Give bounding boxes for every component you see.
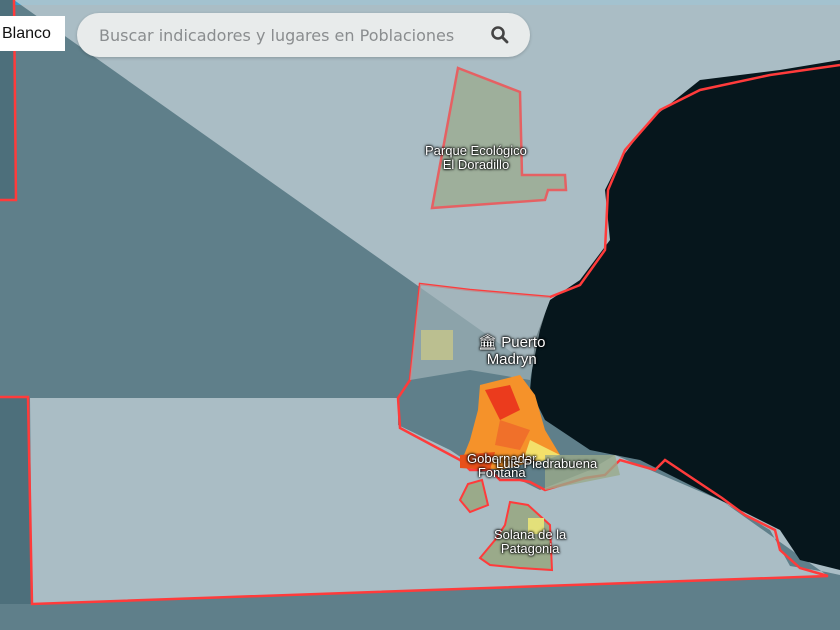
label-puerto-madryn: 🏛 Puerto Madryn	[478, 334, 546, 368]
basemap-toggle-button[interactable]: Blanco	[0, 16, 65, 51]
label-parque-ecologico: Parque Ecológico El Doradillo	[425, 143, 527, 173]
search-icon[interactable]	[490, 25, 510, 45]
search-input[interactable]	[97, 24, 490, 46]
map-canvas[interactable]	[0, 0, 840, 630]
label-luis-piedrabuena: Luis Piedrabuena	[496, 456, 598, 471]
search-bar[interactable]	[77, 13, 530, 57]
basemap-label: Blanco	[2, 24, 51, 42]
label-solana-de-la-patagonia: Solana de la Patagonia	[494, 527, 567, 557]
monument-icon: 🏛	[478, 334, 498, 351]
